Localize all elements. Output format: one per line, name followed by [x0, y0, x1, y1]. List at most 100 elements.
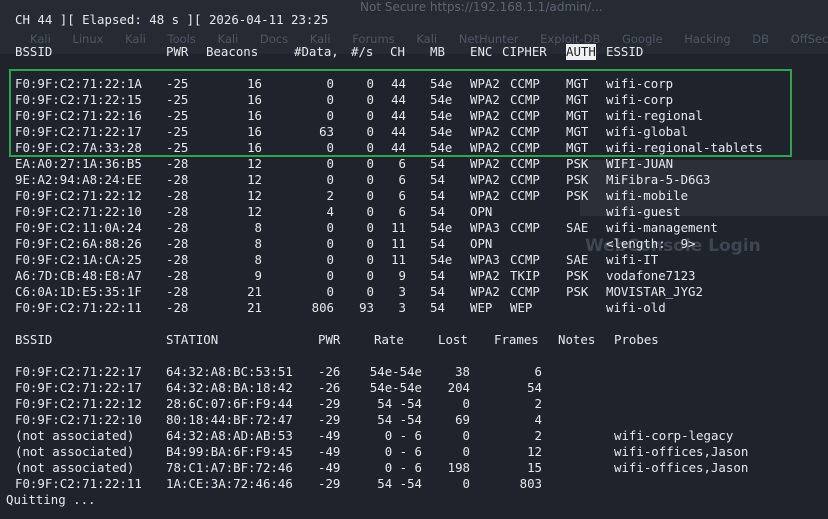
ap-cipher: CCMP: [510, 172, 540, 187]
ap-pwr: -28: [166, 284, 189, 299]
ap-bssid: F0:9F:C2:71:22:15: [15, 92, 142, 107]
ap-auth: SAE: [566, 220, 589, 235]
station-bssid: (not associated): [15, 460, 135, 475]
station-frames: 12: [527, 444, 542, 459]
station-pwr: -29: [318, 412, 341, 427]
station-row[interactable]: (not associated) 64:32:A8:AD:AB:53 -49 0 - …: [0, 428, 828, 444]
station-mac: 64:32:A8:AD:AB:53: [166, 428, 293, 443]
ap-bssid: F0:9F:C2:11:0A:24: [15, 220, 142, 235]
ap-essid: wifi-mobile: [606, 188, 689, 203]
ap-essid: wifi-global: [606, 124, 689, 139]
station-row[interactable]: F0:9F:C2:71:22:11 1A:CE:3A:72:46:46 -29 54 …: [0, 476, 828, 492]
ap-data: 0: [326, 108, 334, 123]
ap-row[interactable]: F0:9F:C2:7A:33:28 -25 16 0 0 44 54e WPA2 CCMP MGT…: [0, 140, 828, 156]
station-row[interactable]: F0:9F:C2:71:22:17 64:32:A8:BC:53:51 -26 54e…: [0, 364, 828, 380]
ap-cipher: CCMP: [510, 140, 540, 155]
ap-pwr: -28: [166, 252, 189, 267]
station-bssid: F0:9F:C2:71:22:17: [15, 380, 142, 395]
ap-auth: SAE: [566, 252, 589, 267]
ap-channel: 6: [398, 204, 406, 219]
station-rate: 0 - 6: [384, 460, 422, 475]
ap-bssid: 9E:A2:94:A8:24:EE: [15, 172, 142, 187]
ap-bssid: A6:7D:CB:48:E8:A7: [15, 268, 142, 283]
station-row[interactable]: F0:9F:C2:71:22:12 28:6C:07:6F:F9:44 -29 54 …: [0, 396, 828, 412]
station-rate: 54 -54: [377, 476, 422, 491]
ap-row[interactable]: F0:9F:C2:71:22:1A -25 16 0 0 44 54e WPA2 CCMP MGT…: [0, 76, 828, 92]
ap-essid: wifi-regional: [606, 108, 703, 123]
ap-enc: WPA2: [470, 156, 500, 171]
ap-row[interactable]: F0:9F:C2:71:22:12 -28 12 2 0 6 54 WPA2 CCMP PSK wi…: [0, 188, 828, 204]
ap-enc: WPA2: [470, 284, 500, 299]
ap-per-second: 0: [366, 172, 374, 187]
ap-row[interactable]: F0:9F:C2:71:22:10 -28 12 4 0 6 54 OPN wifi-guest: [0, 204, 828, 220]
ap-bssid: F0:9F:C2:7A:33:28: [15, 140, 142, 155]
ap-auth: PSK: [566, 172, 589, 187]
ap-data: 0: [326, 268, 334, 283]
ap-cipher: CCMP: [510, 156, 540, 171]
ap-row[interactable]: A6:7D:CB:48:E8:A7 -28 9 0 0 9 54 WPA2 TKIP PSK vod…: [0, 268, 828, 284]
ap-header-auth[interactable]: AUTH: [566, 44, 596, 60]
status-line: CH 44 ][ Elapsed: 48 s ][ 2026-04-11 23:…: [15, 12, 329, 27]
ap-mb: 54: [430, 172, 445, 187]
station-lost: 0: [462, 428, 470, 443]
ap-cipher: CCMP: [510, 92, 540, 107]
ap-cipher: CCMP: [510, 220, 540, 235]
ap-per-second: 0: [366, 124, 374, 139]
ap-channel: 44: [391, 140, 406, 155]
ap-row[interactable]: C6:0A:1D:E5:35:1F -28 21 0 0 3 54 WPA2 CCMP PSK MO…: [0, 284, 828, 300]
ap-essid: <length: 9>: [606, 236, 696, 251]
ap-bssid: F0:9F:C2:1A:CA:25: [15, 252, 142, 267]
station-header-notes: Notes: [558, 332, 596, 347]
ap-header-pwr: PWR: [166, 44, 189, 59]
ap-bssid: F0:9F:C2:71:22:16: [15, 108, 142, 123]
ap-essid: wifi-IT: [606, 252, 659, 267]
ap-data: 2: [326, 188, 334, 203]
terminal-window[interactable]: CH 44 ][ Elapsed: 48 s ][ 2026-04-11 23:…: [0, 0, 828, 519]
ap-row[interactable]: F0:9F:C2:71:22:17 -25 16 63 0 44 54e WPA2 CCMP MG…: [0, 124, 828, 140]
ap-auth: PSK: [566, 188, 589, 203]
ap-per-second: 0: [366, 108, 374, 123]
ap-bssid: C6:0A:1D:E5:35:1F: [15, 284, 142, 299]
station-mac: 64:32:A8:BC:53:51: [166, 364, 293, 379]
station-row[interactable]: (not associated) B4:99:BA:6F:F9:45 -49 0 - …: [0, 444, 828, 460]
ap-channel: 44: [391, 108, 406, 123]
station-row[interactable]: F0:9F:C2:71:22:17 64:32:A8:BA:18:42 -26 54e…: [0, 380, 828, 396]
station-frames: 6: [534, 364, 542, 379]
station-header-frames: Frames: [494, 332, 539, 347]
station-rate: 0 - 6: [384, 444, 422, 459]
ap-beacons: 21: [247, 300, 262, 315]
ap-essid: wifi-old: [606, 300, 666, 315]
ap-data: 0: [326, 252, 334, 267]
station-header-lost: Lost: [438, 332, 468, 347]
ap-cipher: WEP: [510, 300, 533, 315]
ap-auth: MGT: [566, 92, 589, 107]
ap-row[interactable]: F0:9F:C2:71:22:11 -28 21 806 93 3 54 WEP WEP wifi…: [0, 300, 828, 316]
ap-row[interactable]: F0:9F:C2:71:22:15 -25 16 0 0 44 54e WPA2 CCMP MGT…: [0, 92, 828, 108]
station-bssid: F0:9F:C2:71:22:11: [15, 476, 142, 491]
ap-pwr: -28: [166, 236, 189, 251]
ap-row[interactable]: 9E:A2:94:A8:24:EE -28 12 0 0 6 54 WPA2 CCMP PSK Mi…: [0, 172, 828, 188]
ap-mb: 54e: [430, 220, 453, 235]
station-row[interactable]: (not associated) 78:C1:A7:BF:72:46 -49 0 - …: [0, 460, 828, 476]
station-lost: 38: [455, 364, 470, 379]
ap-row[interactable]: F0:9F:C2:1A:CA:25 -28 8 0 0 11 54e WPA3 CCMP SAE w…: [0, 252, 828, 268]
ap-bssid: F0:9F:C2:71:22:10: [15, 204, 142, 219]
ap-row[interactable]: F0:9F:C2:71:22:16 -25 16 0 0 44 54e WPA2 CCMP MGT…: [0, 108, 828, 124]
ap-channel: 6: [398, 156, 406, 171]
station-header-bssid: BSSID: [15, 332, 53, 347]
ap-row[interactable]: EA:A0:27:1A:36:B5 -28 12 0 0 6 54 WPA2 CCMP PSK WI…: [0, 156, 828, 172]
ap-row[interactable]: F0:9F:C2:11:0A:24 -28 8 0 0 11 54e WPA3 CCMP SAE w…: [0, 220, 828, 236]
ap-beacons: 16: [247, 92, 262, 107]
station-mac: 78:C1:A7:BF:72:46: [166, 460, 293, 475]
station-probes: wifi-offices,Jason: [614, 460, 749, 475]
ap-data: 0: [326, 140, 334, 155]
ap-per-second: 93: [359, 300, 374, 315]
ap-header-mb: MB: [430, 44, 445, 59]
station-row[interactable]: F0:9F:C2:71:22:10 80:18:44:BF:72:47 -29 54 …: [0, 412, 828, 428]
ap-bssid: F0:9F:C2:71:22:1A: [15, 76, 142, 91]
station-pwr: -29: [318, 476, 341, 491]
station-header-pwr: PWR: [318, 332, 341, 347]
ap-table-header: BSSID PWR Beacons #Data, #/s CH MB ENC C…: [0, 44, 828, 60]
ap-row[interactable]: F0:9F:C2:6A:88:26 -28 8 0 0 11 54 OPN <length: 9…: [0, 236, 828, 252]
ap-cipher: CCMP: [510, 124, 540, 139]
